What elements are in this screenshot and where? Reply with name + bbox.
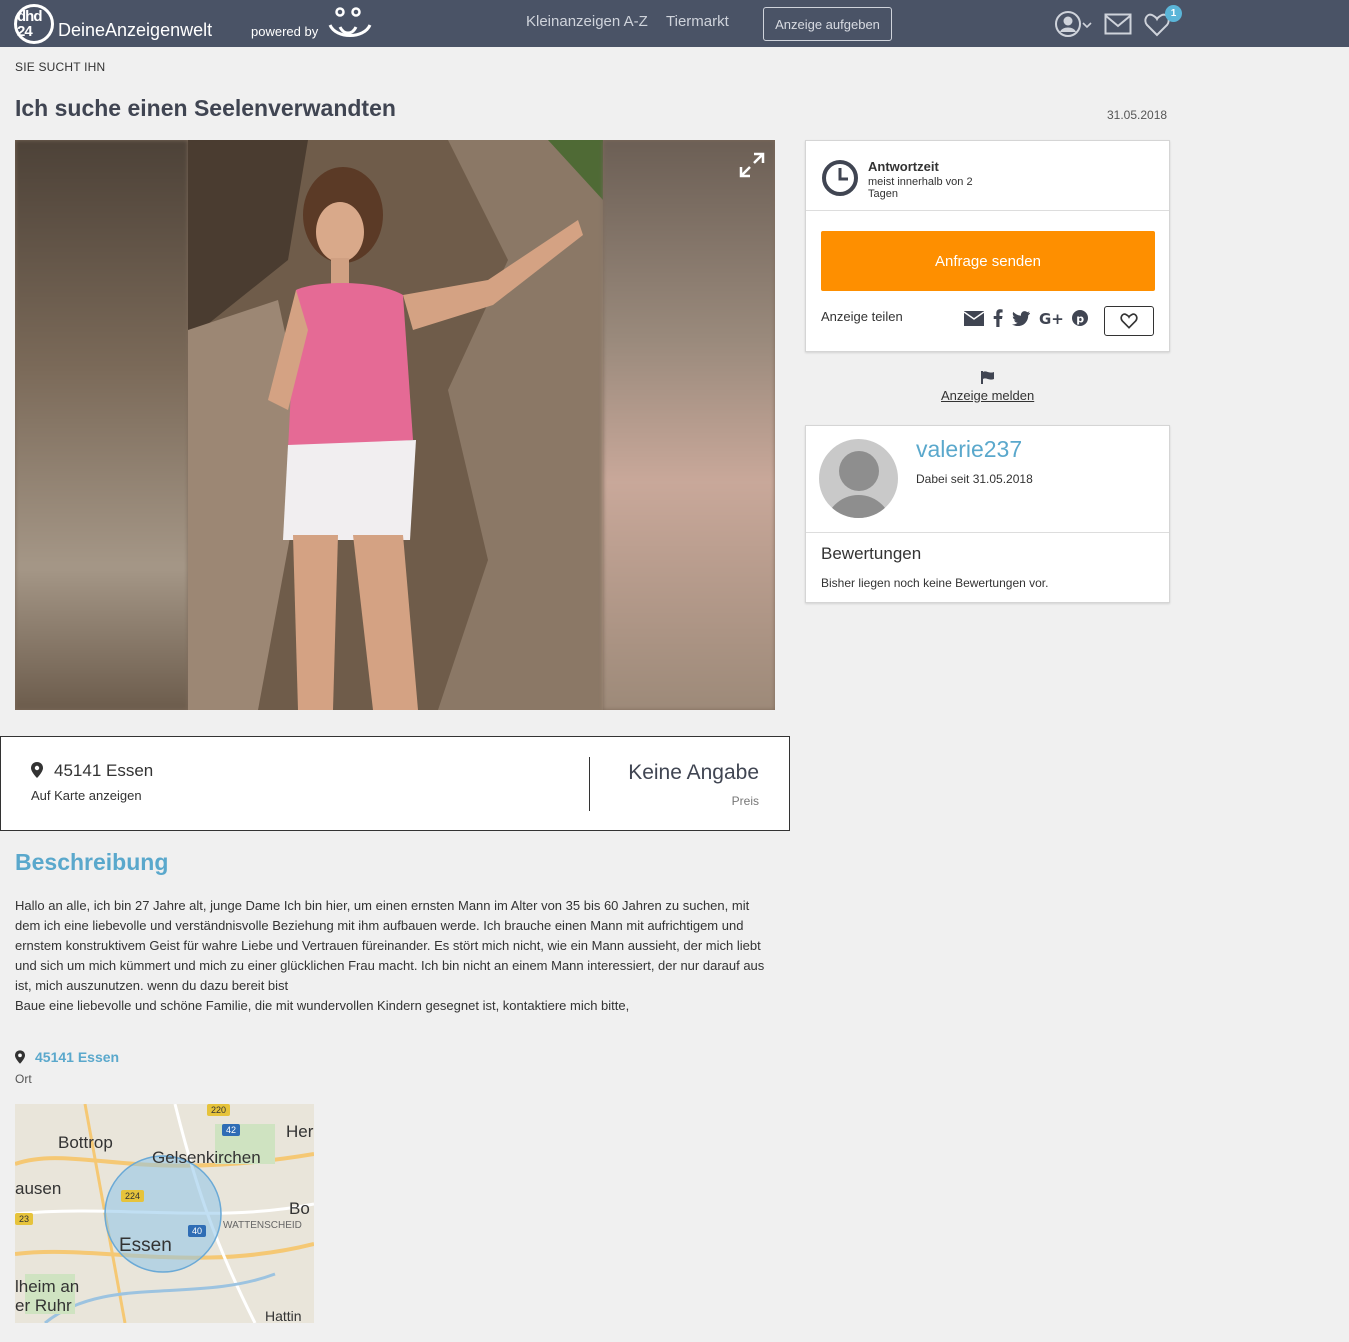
report-ad-link[interactable]: Anzeige melden bbox=[941, 388, 1034, 403]
user-card: valerie237 Dabei seit 31.05.2018 Bewertu… bbox=[805, 425, 1170, 603]
show-on-map-link[interactable]: Auf Karte anzeigen bbox=[31, 788, 142, 803]
photo-illustration bbox=[188, 140, 603, 710]
facebook-icon[interactable] bbox=[993, 309, 1003, 327]
logo-badge[interactable]: dhd 24 bbox=[14, 4, 54, 44]
powered-by-label: powered by bbox=[251, 24, 319, 39]
contact-card: Antwortzeit meist innerhalb von 2 Tagen … bbox=[805, 140, 1170, 352]
response-time-title: Antwortzeit bbox=[868, 159, 939, 174]
heart-icon bbox=[1120, 313, 1138, 329]
member-since: Dabei seit 31.05.2018 bbox=[916, 472, 1033, 486]
road-badge: 42 bbox=[222, 1124, 241, 1136]
google-plus-icon[interactable]: G+ bbox=[1039, 311, 1063, 326]
price-label: Preis bbox=[731, 794, 759, 808]
send-request-button[interactable]: Anfrage senden bbox=[821, 231, 1155, 291]
partner-logo-icon[interactable] bbox=[326, 5, 374, 43]
description-heading: Beschreibung bbox=[15, 849, 169, 875]
road-badge: 224 bbox=[121, 1190, 145, 1202]
map-label: er Ruhr bbox=[15, 1296, 72, 1315]
svg-text:p: p bbox=[1076, 312, 1084, 325]
avatar-head bbox=[839, 451, 879, 491]
avatar[interactable] bbox=[819, 439, 898, 518]
gallery-blur-right bbox=[603, 140, 775, 710]
share-icons: G+ p bbox=[964, 309, 1088, 327]
ort-label: Ort bbox=[15, 1072, 32, 1086]
image-gallery[interactable] bbox=[15, 140, 775, 710]
map-label: ausen bbox=[15, 1179, 62, 1198]
listing-photo[interactable] bbox=[188, 140, 603, 710]
avatar-body bbox=[825, 495, 892, 518]
top-navigation-bar: dhd 24 DeineAnzeigenwelt powered by Klei… bbox=[0, 0, 1349, 47]
location-map[interactable]: Bottrop Gelsenkirchen Her ausen Bo Essen… bbox=[15, 1104, 314, 1323]
description-line: und sich um mich kümmert und mich zu ein… bbox=[15, 958, 765, 973]
map-label: Gelsenkirchen bbox=[152, 1148, 261, 1167]
divider bbox=[806, 532, 1169, 533]
logo-text[interactable]: DeineAnzeigenwelt bbox=[58, 20, 212, 41]
description-line: Baue eine liebevolle und schöne Familie,… bbox=[15, 998, 630, 1013]
post-ad-button[interactable]: Anzeige aufgeben bbox=[763, 7, 892, 41]
ratings-text: Bisher liegen noch keine Bewertungen vor… bbox=[821, 576, 1049, 590]
clock-icon bbox=[822, 160, 858, 196]
flag-icon[interactable] bbox=[981, 371, 995, 384]
ratings-heading: Bewertungen bbox=[821, 544, 922, 563]
user-icon[interactable] bbox=[1054, 10, 1094, 38]
category-breadcrumb[interactable]: SIE SUCHT IHN bbox=[15, 60, 105, 74]
map-pin-icon bbox=[31, 762, 43, 778]
mail-icon[interactable] bbox=[964, 310, 984, 326]
map-label-essen: Essen bbox=[119, 1235, 172, 1256]
road-badge: 220 bbox=[207, 1104, 231, 1116]
add-favorite-button[interactable] bbox=[1104, 306, 1154, 336]
location-price-box: 45141 Essen Auf Karte anzeigen Keine Ang… bbox=[0, 736, 790, 831]
mail-icon[interactable] bbox=[1104, 13, 1132, 35]
road-badge: 40 bbox=[188, 1225, 207, 1237]
description-line: Hallo an alle, ich bin 27 Jahre alt, jun… bbox=[15, 898, 750, 913]
map-label: Bo bbox=[289, 1199, 310, 1218]
pinterest-icon[interactable]: p bbox=[1072, 310, 1088, 326]
divider bbox=[589, 757, 590, 811]
response-time-text: meist innerhalb von 2 Tagen bbox=[868, 176, 973, 200]
gallery-blur-left bbox=[15, 140, 188, 710]
map-pin-icon bbox=[15, 1050, 25, 1064]
listing-date: 31.05.2018 bbox=[1107, 108, 1168, 122]
map-label: lheim an bbox=[15, 1277, 80, 1296]
username-link[interactable]: valerie237 bbox=[916, 436, 1022, 463]
description-line: dem ich eine liebevolle und verständnisv… bbox=[15, 918, 744, 933]
twitter-icon[interactable] bbox=[1012, 310, 1030, 326]
page-title: Ich suche einen Seelenverwandten bbox=[15, 95, 396, 121]
road-badge: 23 bbox=[15, 1213, 34, 1225]
expand-icon[interactable] bbox=[739, 152, 765, 178]
nav-link-kleinanzeigen[interactable]: Kleinanzeigen A-Z bbox=[526, 13, 648, 30]
map-label: Bottrop bbox=[58, 1133, 113, 1152]
price-value: Keine Angabe bbox=[628, 761, 759, 784]
map-label: Hattin bbox=[265, 1308, 302, 1323]
location-city: 45141 Essen bbox=[54, 761, 154, 780]
description-line: ernstem konstruktivem Geist für wahre Li… bbox=[15, 938, 761, 953]
svg-text:G+: G+ bbox=[1039, 311, 1063, 326]
share-label: Anzeige teilen bbox=[821, 309, 903, 324]
description-line: ist, mich auszunutzen. wenn du dazu bere… bbox=[15, 978, 289, 993]
map-label: Her bbox=[286, 1122, 314, 1141]
favorites-count-badge: 1 bbox=[1165, 5, 1182, 22]
ort-city-link[interactable]: 45141 Essen bbox=[35, 1049, 119, 1065]
divider bbox=[806, 210, 1169, 211]
map-label: WATTENSCHEID bbox=[223, 1220, 302, 1231]
nav-link-tiermarkt[interactable]: Tiermarkt bbox=[666, 13, 729, 30]
description-text: Hallo an alle, ich bin 27 Jahre alt, jun… bbox=[15, 896, 775, 1016]
